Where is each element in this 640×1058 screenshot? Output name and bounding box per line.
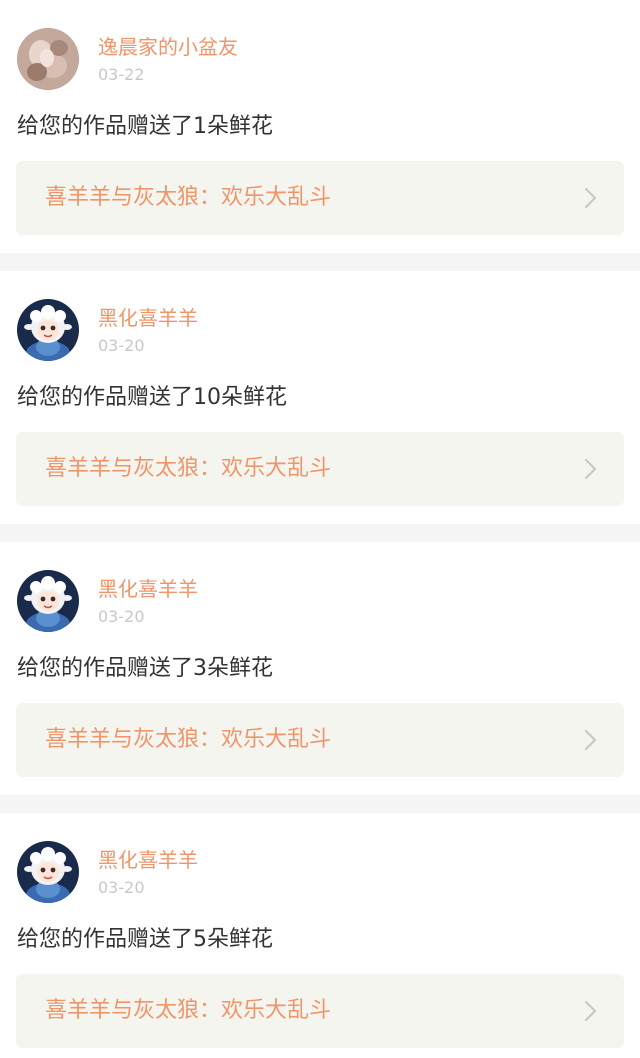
date: 03-20 [98, 878, 145, 897]
username[interactable]: 黑化喜羊羊 [98, 847, 198, 873]
sheep-avatar-icon[interactable] [17, 570, 79, 632]
work-title: 喜羊羊与灰太狼：欢乐大乱斗 [45, 456, 332, 481]
notification-card: 逸晨家的小盆友 03-22 给您的作品赠送了1朵鲜花 喜羊羊与灰太狼：欢乐大乱斗 [0, 0, 640, 253]
date: 03-20 [98, 607, 145, 626]
notification-card: 黑化喜羊羊 03-20 给您的作品赠送了5朵鲜花 喜羊羊与灰太狼：欢乐大乱斗 [0, 813, 640, 1058]
chevron-right-icon [582, 1000, 600, 1022]
notification-card: 黑化喜羊羊 03-20 给您的作品赠送了3朵鲜花 喜羊羊与灰太狼：欢乐大乱斗 [0, 542, 640, 795]
work-link[interactable]: 喜羊羊与灰太狼：欢乐大乱斗 [16, 974, 624, 1048]
work-link[interactable]: 喜羊羊与灰太狼：欢乐大乱斗 [16, 432, 624, 506]
date: 03-20 [98, 336, 145, 355]
chevron-right-icon [582, 458, 600, 480]
sheep-avatar-icon[interactable] [17, 299, 79, 361]
work-title: 喜羊羊与灰太狼：欢乐大乱斗 [45, 727, 332, 752]
username[interactable]: 逸晨家的小盆友 [98, 34, 238, 60]
work-link[interactable]: 喜羊羊与灰太狼：欢乐大乱斗 [16, 703, 624, 777]
chevron-right-icon [582, 187, 600, 209]
work-title: 喜羊羊与灰太狼：欢乐大乱斗 [45, 185, 332, 210]
username[interactable]: 黑化喜羊羊 [98, 576, 198, 602]
notification-card: 黑化喜羊羊 03-20 给您的作品赠送了10朵鲜花 喜羊羊与灰太狼：欢乐大乱斗 [0, 271, 640, 524]
work-title: 喜羊羊与灰太狼：欢乐大乱斗 [45, 998, 332, 1023]
photo-avatar-icon[interactable] [17, 28, 79, 90]
gift-message: 给您的作品赠送了10朵鲜花 [17, 385, 287, 410]
gift-message: 给您的作品赠送了1朵鲜花 [17, 114, 273, 139]
username[interactable]: 黑化喜羊羊 [98, 305, 198, 331]
notification-feed: 逸晨家的小盆友 03-22 给您的作品赠送了1朵鲜花 喜羊羊与灰太狼：欢乐大乱斗 [0, 0, 640, 1058]
date: 03-22 [98, 65, 145, 84]
chevron-right-icon [582, 729, 600, 751]
gift-message: 给您的作品赠送了3朵鲜花 [17, 656, 273, 681]
sheep-avatar-icon[interactable] [17, 841, 79, 903]
gift-message: 给您的作品赠送了5朵鲜花 [17, 927, 273, 952]
work-link[interactable]: 喜羊羊与灰太狼：欢乐大乱斗 [16, 161, 624, 235]
